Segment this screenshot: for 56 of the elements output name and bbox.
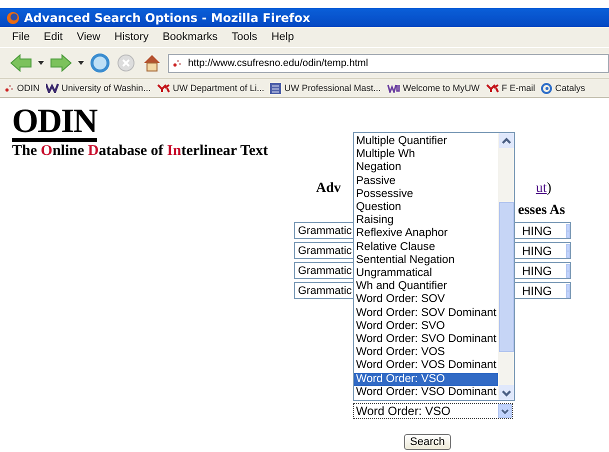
scroll-up-icon[interactable] bbox=[498, 133, 514, 148]
caret-icon[interactable] bbox=[78, 60, 84, 66]
dropdown-option[interactable]: Multiple Quantifier bbox=[354, 135, 498, 148]
back-arrow-icon[interactable] bbox=[10, 54, 32, 72]
heading-paren: ) bbox=[546, 181, 552, 197]
help-link[interactable]: ut bbox=[536, 181, 547, 197]
page-heading: Adv bbox=[316, 181, 341, 197]
bookmark-link[interactable]: University of Washin... bbox=[62, 83, 151, 93]
bookmark-link[interactable]: Catalys bbox=[555, 83, 586, 93]
dropdown-option[interactable]: Multiple Wh bbox=[354, 148, 498, 162]
menu-item[interactable]: Help bbox=[271, 31, 294, 43]
scrollbar-thumb[interactable] bbox=[498, 202, 514, 352]
caret-icon[interactable] bbox=[38, 60, 44, 66]
firefox-icon bbox=[6, 10, 20, 24]
letter-w-icon bbox=[46, 83, 58, 93]
dropdown-option[interactable]: Passive bbox=[354, 174, 498, 188]
dropdown-option[interactable]: Word Order: SVO Dominant bbox=[354, 333, 498, 346]
dots-icon bbox=[5, 83, 14, 93]
bookmark-link[interactable]: UW Department of Li... bbox=[172, 83, 264, 93]
bookmark-link[interactable]: F E-mail bbox=[502, 83, 536, 93]
dropdown-option[interactable]: Word Order: VOS bbox=[354, 346, 498, 360]
dots-icon bbox=[173, 58, 182, 68]
dropdown-option[interactable]: Word Order: SVO bbox=[354, 320, 498, 334]
dropdown-option[interactable]: Possessive bbox=[354, 188, 498, 202]
bookmark-link[interactable]: UW Professional Mast... bbox=[284, 83, 381, 93]
scroll-down-icon[interactable] bbox=[498, 385, 514, 400]
home-icon[interactable] bbox=[142, 53, 162, 73]
menu-item[interactable]: Bookmarks bbox=[162, 31, 218, 43]
search-button[interactable]: Search bbox=[404, 434, 451, 450]
menu-item[interactable]: Tools bbox=[232, 31, 258, 43]
site-tagline: The Online Database of Interlinear Text bbox=[12, 143, 268, 160]
bookmark-link[interactable]: Welcome to MyUW bbox=[402, 83, 480, 93]
column-header: esses As bbox=[518, 203, 566, 219]
dropdown-option[interactable]: Word Order: VSO bbox=[354, 372, 498, 386]
feature-select[interactable]: Word Order: VSO bbox=[353, 403, 513, 419]
swirl-icon bbox=[541, 82, 552, 94]
y-logo-icon bbox=[486, 84, 499, 92]
dropdown-option[interactable]: Question bbox=[354, 201, 498, 214]
menu-item[interactable]: File bbox=[12, 31, 30, 43]
stop-icon[interactable] bbox=[116, 53, 136, 73]
menu-item[interactable]: View bbox=[76, 31, 100, 43]
site-logo: ODIN bbox=[12, 106, 97, 142]
y-logo-icon bbox=[156, 84, 170, 92]
menu-item[interactable]: Edit bbox=[44, 31, 63, 43]
dropdown-option[interactable]: Word Order: VSO Dominant bbox=[354, 386, 498, 400]
forward-arrow-icon[interactable] bbox=[50, 54, 72, 72]
dropdown-option[interactable]: Word Order: SOV Dominant bbox=[354, 306, 498, 320]
grid-icon bbox=[270, 82, 282, 94]
address-field[interactable]: http://www.csufresno.edu/odin/temp.html bbox=[168, 54, 609, 72]
uw-logo-icon bbox=[386, 84, 400, 92]
window-title: Advanced Search Options - Mozilla Firefox bbox=[24, 10, 310, 24]
bookmark-link[interactable]: ODIN bbox=[17, 83, 40, 93]
reload-icon[interactable] bbox=[90, 53, 110, 73]
dropdown-option[interactable]: Negation bbox=[354, 161, 498, 175]
menu-item[interactable]: History bbox=[114, 31, 149, 43]
dropdown-option[interactable]: Word Order: VOS Dominant bbox=[354, 359, 498, 373]
